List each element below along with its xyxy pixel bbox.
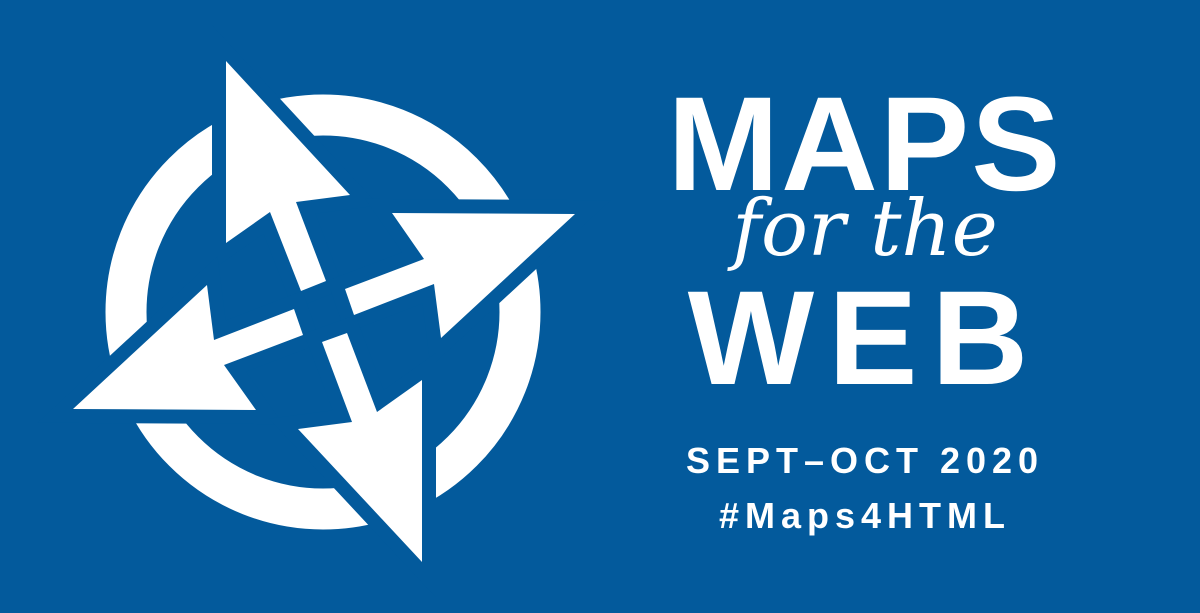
compass-arrows-icon bbox=[37, 25, 611, 598]
title-for-the: for the bbox=[732, 184, 998, 274]
event-dates: SEPT–OCT 2020 bbox=[685, 440, 1045, 481]
hashtag: #Maps4HTML bbox=[718, 495, 1012, 536]
title-web: WEB bbox=[687, 264, 1043, 413]
